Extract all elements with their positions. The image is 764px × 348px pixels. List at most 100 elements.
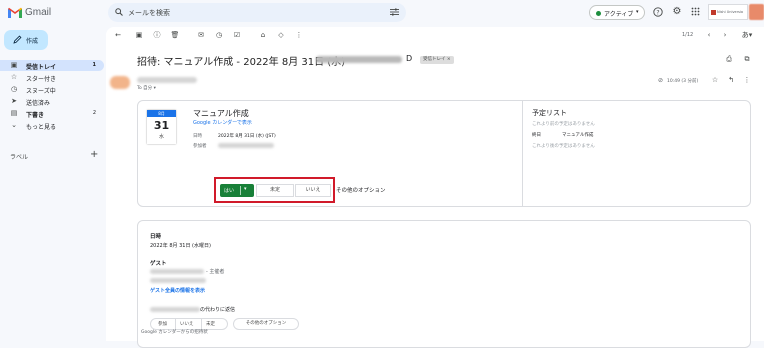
sidebar-item-label: 送信済み: [26, 100, 51, 107]
add-label-icon[interactable]: +: [90, 149, 98, 160]
schedule-title: 予定リスト: [532, 109, 567, 117]
open-new-window-icon[interactable]: ⧉: [742, 54, 752, 64]
move-to-icon[interactable]: ⌂: [258, 30, 268, 40]
rsvp-yes-label: はい: [224, 188, 235, 194]
invitation-footer: Google カレンダーからの招待状: [141, 330, 208, 335]
event-title: マニュアル作成: [193, 109, 249, 118]
sidebar-item-count: 2: [92, 110, 96, 116]
chevron-down-icon: ▾: [636, 9, 639, 15]
reply-icon[interactable]: ↰: [726, 75, 736, 85]
labels-heading: ラベル: [10, 154, 29, 161]
important-marker-icon[interactable]: D: [406, 54, 412, 63]
pencil-icon: [13, 35, 22, 44]
details-date-value: 2022年 8月 31日 (水曜日): [150, 243, 211, 249]
pager: 1/12: [682, 32, 694, 38]
details-guests-heading: ゲスト: [150, 261, 167, 267]
rsvp-pill-maybe[interactable]: 未定: [206, 321, 215, 327]
rsvp-pill-yes[interactable]: 参加: [158, 321, 167, 327]
event-details-card: 日時 2022年 8月 31日 (水曜日) ゲスト - 主催者 ゲスト全員の情報…: [137, 220, 751, 348]
inbox-label-chip[interactable]: 受信トレイ ×: [420, 56, 454, 64]
guest-redacted: [150, 278, 206, 283]
cal-day: 31: [153, 119, 170, 132]
divider: [240, 186, 241, 195]
sidebar-item-drafts[interactable]: ▤ 下書き 2: [0, 108, 104, 119]
sender-name-redacted: [137, 77, 197, 83]
apps-grid-icon[interactable]: [689, 7, 701, 19]
reply-for-label: の代わりに返信: [200, 307, 236, 313]
sender-avatar: [110, 76, 130, 89]
help-icon[interactable]: ?: [652, 7, 664, 19]
sidebar-item-sent[interactable]: ➤ 送信済み: [0, 96, 104, 107]
account-avatar[interactable]: [749, 4, 764, 20]
gear-icon[interactable]: ⚙: [671, 6, 683, 18]
main-menu-icon[interactable]: [0, 0, 6, 26]
compose-label: 作成: [26, 38, 39, 45]
search-placeholder: メールを検索: [128, 9, 170, 17]
star-icon[interactable]: ☆: [710, 75, 720, 85]
star-icon: ☆: [10, 73, 18, 81]
reply-for-redacted: [150, 307, 200, 312]
next-icon[interactable]: ›: [720, 30, 730, 40]
recipient-line[interactable]: To 自分 ▾: [137, 85, 156, 91]
org-logo-icon: [711, 10, 716, 15]
chevron-down-icon: ⌄: [11, 121, 17, 129]
search-bar[interactable]: メールを検索: [108, 3, 406, 22]
view-all-guests-link[interactable]: ゲスト全員の情報を表示: [150, 287, 205, 294]
search-icon[interactable]: [115, 8, 123, 16]
sidebar-item-count: 1: [92, 62, 96, 68]
rsvp-yes-button[interactable]: はい ▾: [220, 184, 254, 197]
sidebar-item-snoozed[interactable]: ◷ スヌーズ中: [0, 84, 104, 95]
label-icon[interactable]: ◇: [276, 30, 286, 40]
details-date-heading: 日時: [150, 234, 162, 240]
status-dropdown[interactable]: アクティブ ▾: [589, 5, 645, 20]
message-subject: 招待: マニュアル作成 - 2022年 8月 31日 (水): [137, 57, 346, 68]
clock-icon: ◷: [10, 85, 18, 93]
divider: [522, 101, 523, 206]
sidebar-item-more[interactable]: ⌄ もっと見る: [0, 120, 104, 131]
prev-icon[interactable]: ‹: [704, 30, 714, 40]
rsvp-maybe-button[interactable]: 未定: [256, 184, 294, 197]
rsvp-more-options-button[interactable]: その他のオプション: [233, 318, 299, 330]
archive-icon[interactable]: ▣: [134, 30, 144, 40]
svg-text:?: ?: [656, 9, 659, 16]
input-tools-icon[interactable]: あ▾: [738, 30, 756, 40]
sidebar-item-label: スヌーズ中: [26, 88, 56, 95]
rsvp-highlight: はい ▾ 未定 いいえ: [214, 177, 335, 203]
sidebar-item-label: もっと見る: [26, 124, 57, 131]
date-value: 2022年 8月 31日 (水) (JST): [218, 134, 276, 139]
rsvp-pill-no[interactable]: いいえ: [180, 321, 194, 327]
report-spam-icon[interactable]: ⓘ: [152, 30, 162, 40]
message-time: 10:49 (3 分前): [667, 79, 699, 84]
sidebar-item-starred[interactable]: ☆ スター付き: [0, 72, 104, 83]
more-vert-icon[interactable]: ⋮: [294, 30, 304, 40]
sidebar-item-inbox[interactable]: ▣ 受信トレイ 1: [0, 60, 104, 71]
organizer-redacted: [150, 269, 204, 274]
back-arrow-icon[interactable]: ←: [113, 30, 123, 40]
gmail-logo-icon[interactable]: [8, 7, 22, 18]
top-bar: Gmail メールを検索 アクティブ ▾ ? ⚙ Nishi Universia: [0, 0, 764, 26]
schedule-empty-after: これより後の予定はありません: [532, 144, 595, 149]
snooze-icon[interactable]: ◷: [214, 30, 224, 40]
print-icon[interactable]: ⎙: [724, 54, 734, 64]
org-label: Nishi Universia: [717, 10, 744, 14]
cal-weekday: 水: [158, 134, 164, 140]
rsvp-no-button[interactable]: いいえ: [295, 184, 331, 197]
trash-icon[interactable]: 🗑: [170, 30, 180, 40]
view-in-calendar-link[interactable]: Google カレンダーで表示: [193, 119, 252, 126]
more-vert-icon[interactable]: ⋮: [742, 75, 752, 85]
status-dot: [596, 11, 601, 16]
redacted-text: [316, 56, 402, 63]
divider: [175, 319, 176, 329]
invite-card: 8月 31 水 マニュアル作成 Google カレンダーで表示 日時 2022年…: [137, 100, 751, 207]
search-options-icon[interactable]: [390, 8, 399, 16]
schedule-empty-before: これより前の予定はありません: [532, 122, 595, 127]
compose-button[interactable]: 作成: [4, 30, 48, 50]
mark-unread-icon[interactable]: ✉: [196, 30, 206, 40]
app-name[interactable]: Gmail: [25, 7, 51, 18]
sidebar-item-label: スター付き: [26, 76, 57, 83]
chevron-down-icon[interactable]: ▾: [244, 186, 247, 192]
more-options-link[interactable]: その他のオプション: [336, 186, 386, 194]
organization-badge[interactable]: Nishi Universia: [708, 4, 748, 20]
add-task-icon[interactable]: ☑: [232, 30, 242, 40]
send-icon: ➤: [11, 97, 17, 105]
